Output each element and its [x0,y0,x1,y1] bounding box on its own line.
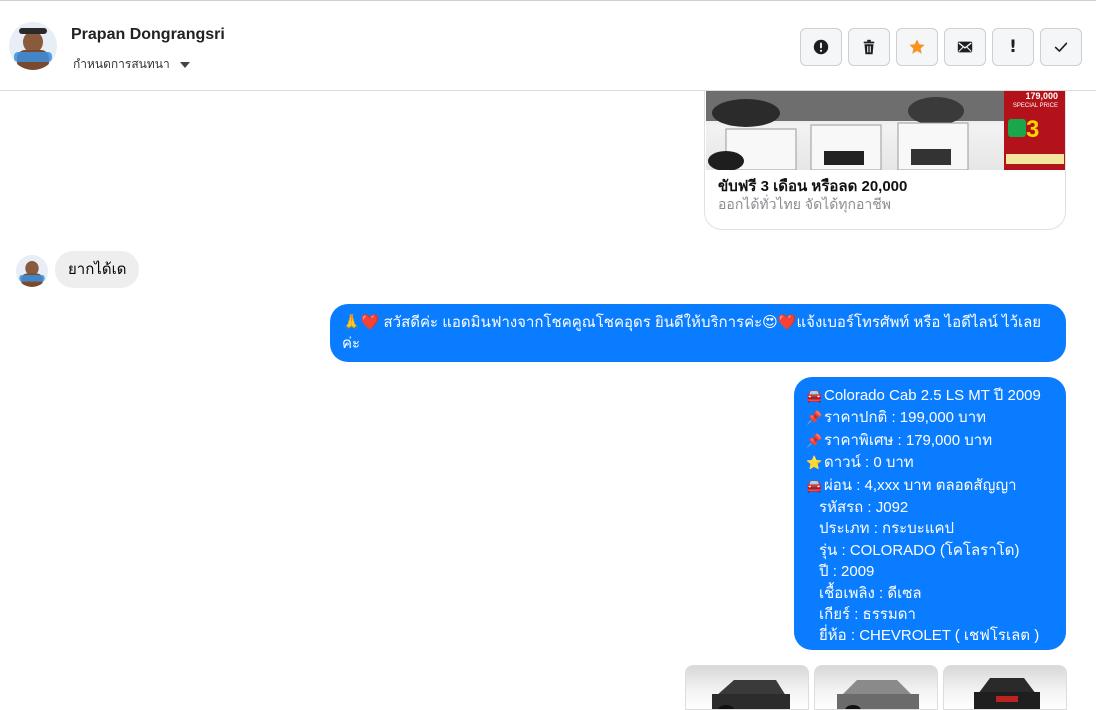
detail-line: 📌 ราคาปกติ : 199,000 บาท [806,407,1054,429]
pushpin-icon: 📌 [806,433,823,449]
delete-button[interactable] [848,28,890,66]
star-button[interactable] [896,28,938,66]
alert-circle-icon [813,39,829,55]
detail-line: 📌 ราคาพิเศษ : 179,000 บาท [806,430,1054,452]
car-photo-thumbnail[interactable] [814,665,938,710]
detail-line: รหัสรถ : J092 [819,499,909,517]
photo-attachments [685,665,1067,710]
detail-line: ประเภท : กระบะแคป [819,520,955,538]
exclamation-icon: ! [1009,37,1017,57]
car-photo-thumbnail[interactable] [943,665,1067,710]
assign-conversation-dropdown[interactable]: กำหนดการสนทนา [73,55,190,74]
pushpin-icon: 📌 [806,411,823,427]
detail-line: เกียร์ : ธรรมดา [819,606,916,624]
report-button[interactable] [800,28,842,66]
detail-line: 🚘 ผ่อน : 4,xxx บาท ตลอดสัญญา [806,475,1054,497]
car-icon: 🚘 [806,478,823,494]
trash-icon [863,39,875,55]
attachment-subtitle: ออกได้ทั่วไทย จัดได้ทุกอาชีพ [718,196,892,212]
star-icon [909,39,925,54]
action-toolbar: ! [800,28,1082,66]
email-button[interactable] [944,28,986,66]
attachment-image: 179,000 SPECIAL PRICE 3 [706,91,1065,170]
detail-line: ปี : 2009 [819,563,875,581]
sent-message-greeting[interactable]: 🙏❤️ สวัสดีค่ะ แอดมินฟางจากโชคคูณโชคอุดร … [330,304,1066,362]
detail-line: ⭐ ดาวน์ : 0 บาท [806,452,1054,474]
greeting-text: สวัสดีค่ะ แอดมินฟางจากโชคคูณโชคอุดร ยินด… [342,314,1042,352]
detail-line: รุ่น : COLORADO (โคโลราโด) [819,541,1020,559]
detail-line: ยี่ห้อ : CHEVROLET ( เชฟโรเลต ) [819,627,1040,645]
car-icon: 🚘 [806,389,823,404]
car-photo-thumbnail[interactable] [685,665,809,710]
detail-line: 🚘 Colorado Cab 2.5 LS MT ปี 2009 [806,385,1054,407]
assign-label: กำหนดการสนทนา [73,57,170,71]
promo-price: 179,000 [1025,91,1058,101]
sent-message-car-details[interactable]: 🚘 Colorado Cab 2.5 LS MT ปี 2009 📌 ราคาปกต… [794,377,1066,650]
contact-avatar[interactable] [9,22,57,70]
sender-avatar[interactable] [16,255,48,287]
contact-name[interactable]: Prapan Dongrangsri [71,26,225,44]
promo-badge-icon [1008,119,1026,137]
envelope-icon [957,41,973,53]
detail-line: เชื้อเพลิง : ดีเซล [819,584,922,602]
promo-big-number: 3 [1026,116,1040,143]
prayer-heart-emoji: 🙏❤️ [342,314,380,331]
mark-important-button[interactable]: ! [992,28,1034,66]
promo-footer-strip [1006,154,1064,164]
check-icon [1054,42,1068,52]
conversation-header: Prapan Dongrangsri กำหนดการสนทนา ! [0,0,1096,91]
caret-down-icon [179,61,190,68]
star-icon: ⭐ [806,456,823,472]
mark-done-button[interactable] [1040,28,1082,66]
promo-label: SPECIAL PRICE [1012,103,1058,109]
promo-banner: 179,000 SPECIAL PRICE 3 [1004,91,1065,170]
received-message[interactable]: ยากได้เด [55,251,140,288]
